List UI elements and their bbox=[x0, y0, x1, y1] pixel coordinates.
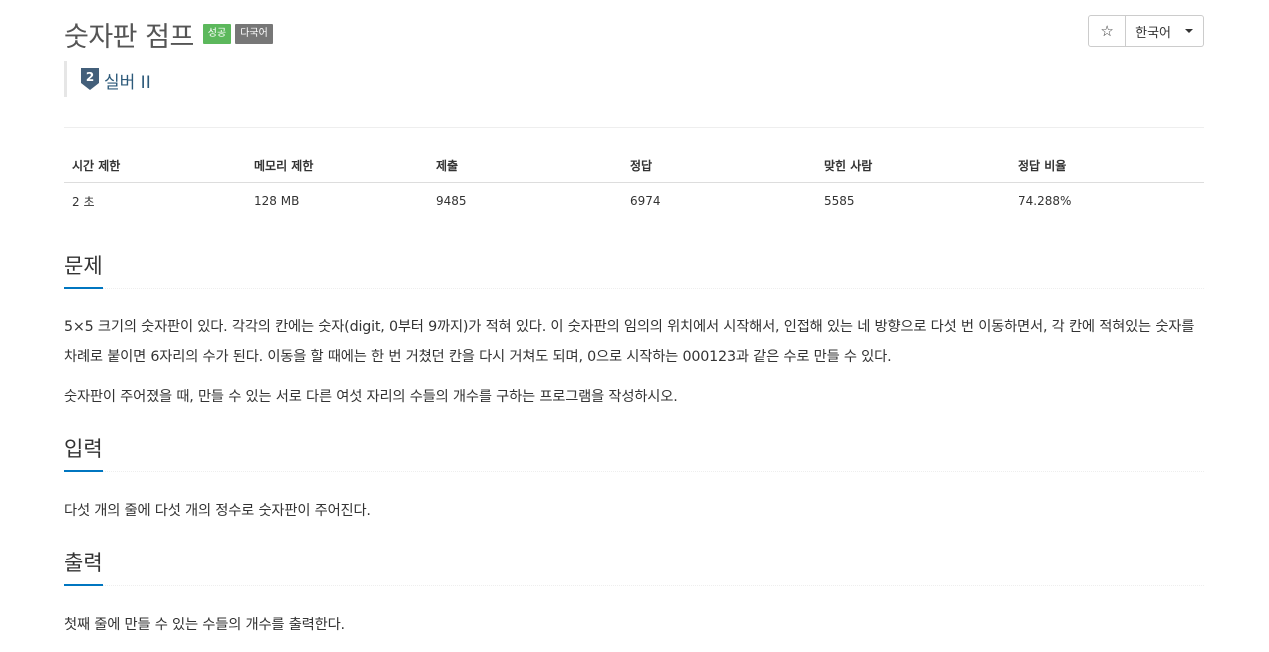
favorite-button[interactable]: ☆ bbox=[1088, 15, 1127, 47]
top-actions: ☆ 한국어 bbox=[1088, 15, 1204, 47]
language-dropdown[interactable]: 한국어 bbox=[1126, 15, 1204, 47]
multilang-badge: 다국어 bbox=[235, 24, 273, 44]
problem-section-title: 문제 bbox=[64, 252, 103, 289]
output-section-title: 출력 bbox=[64, 549, 103, 586]
header-accept-ratio: 정답 비율 bbox=[1010, 148, 1204, 183]
submissions-value: 9485 bbox=[436, 194, 467, 208]
header-memory-limit: 메모리 제한 bbox=[246, 148, 428, 183]
title-row: 숫자판 점프 성공 다국어 bbox=[64, 14, 273, 54]
divider bbox=[64, 127, 1204, 128]
tier-label[interactable]: 실버 II bbox=[104, 68, 151, 93]
problem-title: 숫자판 점프 bbox=[64, 21, 194, 53]
problem-info-table: 시간 제한 메모리 제한 제출 정답 맞힌 사람 정답 비율 2 초 128 M… bbox=[64, 148, 1204, 219]
header-submissions: 제출 bbox=[428, 148, 622, 183]
output-description: 첫째 줄에 만들 수 있는 수들의 개수를 출력한다. bbox=[64, 617, 345, 633]
input-section-title: 입력 bbox=[64, 435, 103, 472]
svg-text:2: 2 bbox=[86, 70, 94, 84]
solved-users-value: 5585 bbox=[824, 194, 855, 208]
input-section-header: 입력 bbox=[64, 434, 1204, 472]
star-icon: ☆ bbox=[1100, 22, 1114, 40]
accepted-value: 6974 bbox=[630, 194, 661, 208]
problem-description: 5×5 크기의 숫자판이 있다. 각각의 칸에는 숫자(digit, 0부터 9… bbox=[64, 319, 1195, 365]
input-description: 다섯 개의 줄에 다섯 개의 정수로 숫자판이 주어진다. bbox=[64, 503, 371, 519]
accept-ratio-value: 74.288% bbox=[1018, 194, 1072, 208]
output-section-header: 출력 bbox=[64, 548, 1204, 586]
header-accepted: 정답 bbox=[622, 148, 816, 183]
table-row: 2 초 128 MB 9485 6974 5585 74.288% bbox=[64, 183, 1204, 220]
table-header-row: 시간 제한 메모리 제한 제출 정답 맞힌 사람 정답 비율 bbox=[64, 148, 1204, 183]
caret-down-icon bbox=[1185, 29, 1193, 33]
header-time-limit: 시간 제한 bbox=[64, 148, 246, 183]
problem-task: 숫자판이 주어졌을 때, 만들 수 있는 서로 다른 여섯 자리의 수들의 개수… bbox=[64, 389, 678, 405]
tier-box: 2 실버 II bbox=[64, 61, 151, 97]
language-label: 한국어 bbox=[1135, 25, 1171, 41]
time-limit-value: 2 초 bbox=[72, 194, 95, 209]
memory-limit-value: 128 MB bbox=[254, 194, 300, 208]
silver-tier-icon[interactable]: 2 bbox=[81, 68, 99, 90]
success-badge: 성공 bbox=[202, 24, 232, 44]
header-solved-users: 맞힌 사람 bbox=[816, 148, 1010, 183]
problem-section-header: 문제 bbox=[64, 251, 1204, 289]
